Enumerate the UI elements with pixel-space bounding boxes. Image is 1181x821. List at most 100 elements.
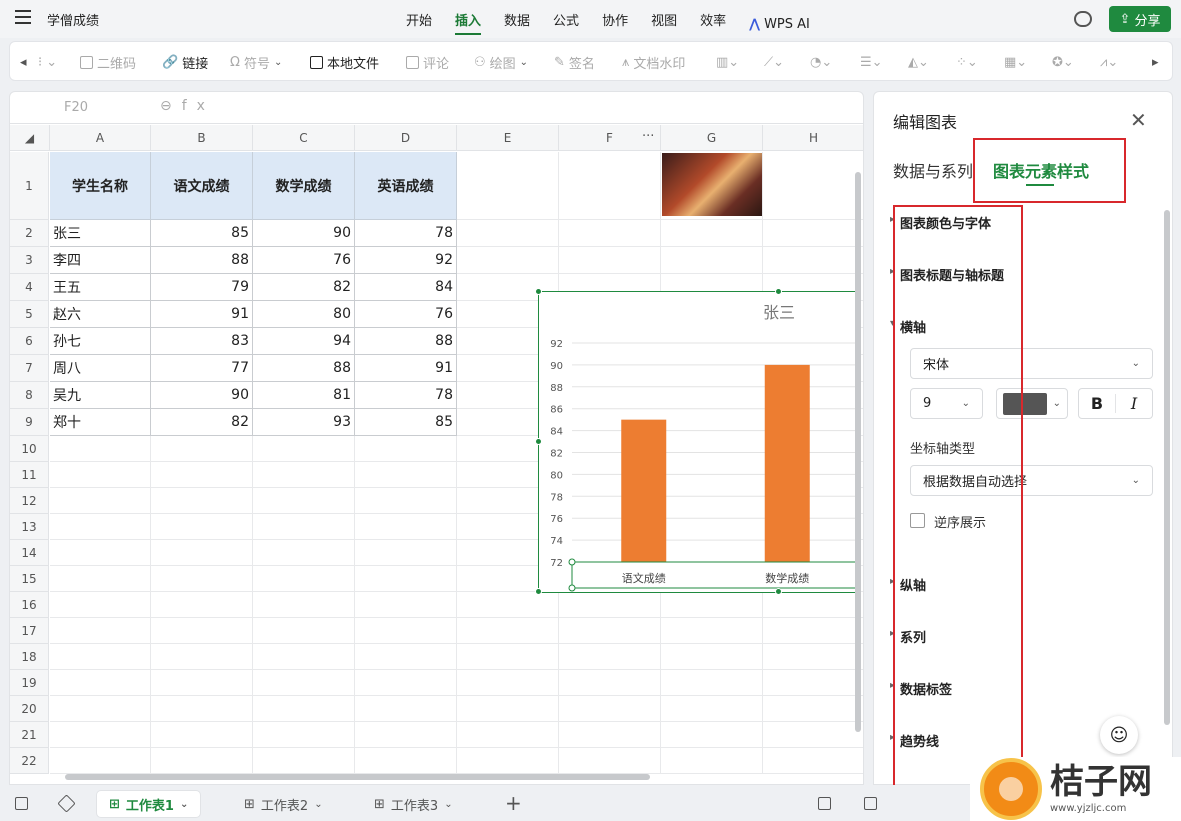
qrcode-button[interactable]: 二维码 [80, 42, 136, 82]
table-cell[interactable]: 郑十 [50, 409, 151, 436]
grid-cell[interactable] [355, 644, 457, 670]
grid-cell[interactable] [50, 696, 151, 722]
grid-cell[interactable] [457, 696, 559, 722]
table-cell[interactable]: 81 [253, 382, 355, 409]
grid-cell[interactable] [151, 670, 253, 696]
table-cell[interactable]: 93 [253, 409, 355, 436]
grid-cell[interactable] [457, 748, 559, 774]
grid-cell[interactable] [355, 670, 457, 696]
grid-cell[interactable] [50, 722, 151, 748]
table-cell[interactable]: 王五 [50, 274, 151, 301]
table-cell[interactable]: 76 [253, 247, 355, 274]
chart-hbar-button[interactable]: ☰⌄ [860, 42, 883, 82]
table-header-cell[interactable]: 学生名称 [50, 152, 151, 220]
grid-cell[interactable] [253, 670, 355, 696]
resize-handle[interactable] [535, 288, 542, 295]
grid-cell[interactable] [253, 540, 355, 566]
table-cell[interactable]: 84 [355, 274, 457, 301]
grid-cell[interactable] [559, 247, 661, 274]
grid-cell[interactable] [661, 247, 763, 274]
tab-data[interactable]: 数据 [496, 0, 538, 38]
table-cell[interactable]: 78 [355, 382, 457, 409]
grid-cell[interactable] [355, 436, 457, 462]
row-header[interactable]: 12 [10, 488, 49, 514]
row-header[interactable]: 2 [10, 220, 49, 247]
grid-cell[interactable] [457, 644, 559, 670]
table-cell[interactable]: 80 [253, 301, 355, 328]
grid-cell[interactable] [457, 220, 559, 247]
table-cell[interactable]: 82 [151, 409, 253, 436]
grid-cell[interactable] [253, 514, 355, 540]
grid-cell[interactable] [355, 748, 457, 774]
fx-icon[interactable]: fx [182, 98, 215, 114]
grid-cell[interactable] [50, 670, 151, 696]
column-more-icon[interactable]: ··· [642, 129, 654, 144]
table-cell[interactable]: 88 [253, 355, 355, 382]
table-cell[interactable]: 94 [253, 328, 355, 355]
grid-cell[interactable] [50, 436, 151, 462]
table-cell[interactable]: 91 [355, 355, 457, 382]
zoom-icon[interactable]: ⊖ [160, 98, 182, 114]
column-header[interactable]: A [50, 125, 151, 151]
table-cell[interactable]: 83 [151, 328, 253, 355]
table-cell[interactable]: 张三 [50, 220, 151, 247]
table-header-cell[interactable]: 语文成绩 [151, 152, 253, 220]
grid-cell[interactable] [763, 696, 863, 722]
sidebar-toggle-icon[interactable] [15, 797, 28, 810]
symbol-button[interactable]: Ω 符号 ⌄ [230, 42, 282, 82]
grid-cell[interactable] [661, 670, 763, 696]
grid-cell[interactable] [253, 566, 355, 592]
grid-cell[interactable] [50, 618, 151, 644]
grid-cell[interactable] [457, 592, 559, 618]
grid-cell[interactable] [559, 152, 661, 220]
grid-cell[interactable] [763, 592, 863, 618]
chart-scatter-button[interactable]: ⁘⌄ [956, 42, 978, 82]
panel-scrollbar[interactable] [1164, 210, 1170, 725]
draw-button[interactable]: ⚇ 绘图 ⌄ [474, 42, 528, 82]
table-cell[interactable]: 周八 [50, 355, 151, 382]
column-header[interactable]: C [253, 125, 355, 151]
row-header[interactable]: 19 [10, 670, 49, 696]
grid-cell[interactable] [763, 247, 863, 274]
table-cell[interactable]: 78 [355, 220, 457, 247]
grid-cell[interactable] [661, 592, 763, 618]
comment-button[interactable]: 评论 [406, 42, 449, 82]
grid-cell[interactable] [151, 514, 253, 540]
grid-cell[interactable] [151, 540, 253, 566]
horizontal-scrollbar[interactable] [65, 772, 855, 784]
grid-cell[interactable] [457, 722, 559, 748]
grid-cell[interactable] [151, 748, 253, 774]
page-view-icon[interactable] [818, 797, 831, 810]
table-cell[interactable]: 77 [151, 355, 253, 382]
row-header[interactable]: 7 [10, 355, 49, 382]
link-button[interactable]: 🔗 链接 [162, 42, 208, 82]
row-header[interactable]: 1 [10, 152, 49, 220]
grid-cell[interactable] [355, 488, 457, 514]
grid-cell[interactable] [151, 618, 253, 644]
row-header[interactable]: 9 [10, 409, 49, 436]
grid-cell[interactable] [763, 722, 863, 748]
table-cell[interactable]: 88 [355, 328, 457, 355]
grid-cell[interactable] [559, 220, 661, 247]
chart-line-button[interactable]: ⟋⌄ [764, 42, 784, 82]
grid-cell[interactable] [763, 220, 863, 247]
row-header[interactable]: 3 [10, 247, 49, 274]
sheet-tab-3[interactable]: ⊞ 工作表3 ⌄ [362, 791, 465, 817]
grid-cell[interactable] [253, 436, 355, 462]
column-header[interactable]: E [457, 125, 559, 151]
share-button[interactable]: ⇪ 分享 [1109, 6, 1171, 32]
cell-reference[interactable]: F20 [64, 100, 88, 115]
grid-cell[interactable] [559, 696, 661, 722]
resize-handle[interactable] [535, 438, 542, 445]
local-file-button[interactable]: 本地文件 [310, 42, 379, 82]
grid-cell[interactable] [355, 618, 457, 644]
table-cell[interactable]: 赵六 [50, 301, 151, 328]
grid-cell[interactable] [763, 670, 863, 696]
row-header[interactable]: 21 [10, 722, 49, 748]
grid-cell[interactable] [151, 644, 253, 670]
table-cell[interactable]: 79 [151, 274, 253, 301]
column-header[interactable]: G [661, 125, 763, 151]
row-header[interactable]: 20 [10, 696, 49, 722]
grid-cell[interactable] [151, 696, 253, 722]
grid-cell[interactable] [559, 618, 661, 644]
